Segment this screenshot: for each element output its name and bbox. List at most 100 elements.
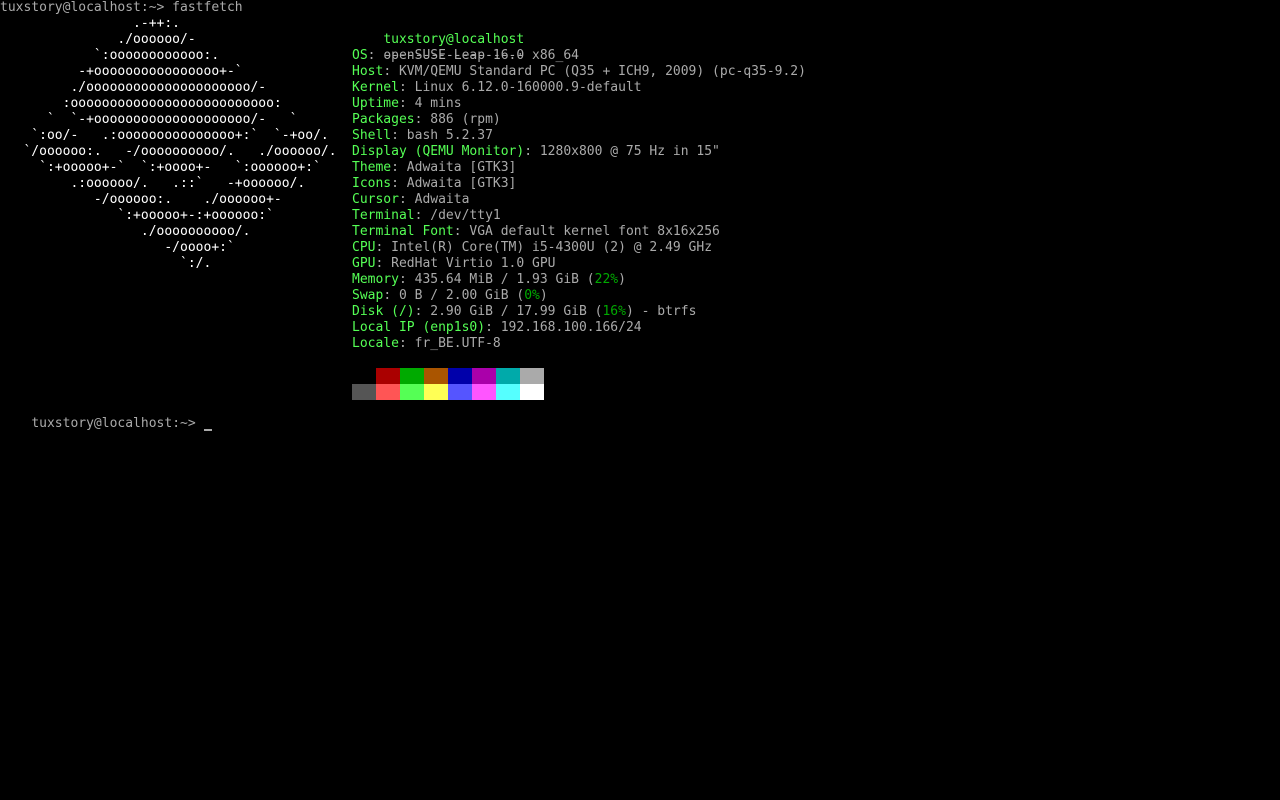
info-colon: :	[367, 48, 384, 63]
info-key: Uptime	[352, 96, 399, 111]
logo-line: ./oooooo/-	[0, 32, 196, 47]
info-colon: :	[391, 160, 407, 175]
info-row: Terminal Font: VGA default kernel font 8…	[352, 224, 720, 240]
logo-line: `:+ooooo+-` `:+oooo+- `:oooooo+:`	[0, 160, 321, 175]
info-row: Theme: Adwaita [GTK3]	[352, 160, 516, 176]
info-key: Kernel	[352, 80, 399, 95]
color-swatch	[448, 384, 472, 400]
info-row: GPU: RedHat Virtio 1.0 GPU	[352, 256, 556, 272]
info-value: 435.64 MiB / 1.93 GiB (	[414, 272, 595, 287]
info-value-suffix: )	[539, 288, 548, 303]
info-colon: :	[414, 112, 431, 127]
info-key: Disk (/)	[352, 304, 415, 319]
info-key: Swap	[352, 288, 384, 303]
logo-line: ./oooooooooo/.	[0, 224, 251, 239]
info-colon: :	[375, 256, 392, 271]
info-value: Linux 6.12.0-160000.9-default	[414, 80, 642, 95]
info-row: CPU: Intel(R) Core(TM) i5-4300U (2) @ 2.…	[352, 240, 712, 256]
info-key: Host	[352, 64, 384, 79]
info-row: Local IP (enp1s0): 192.168.100.166/24	[352, 320, 642, 336]
info-colon: :	[398, 272, 415, 287]
info-value: fr_BE.UTF-8	[414, 336, 501, 351]
info-row: Cursor: Adwaita	[352, 192, 469, 208]
info-colon: :	[398, 192, 415, 207]
info-colon: :	[375, 240, 392, 255]
info-row: OS: openSUSE Leap 16.0 x86_64	[352, 48, 579, 64]
info-colon: :	[453, 224, 470, 239]
info-row: Uptime: 4 mins	[352, 96, 462, 112]
info-row: Terminal: /dev/tty1	[352, 208, 501, 224]
info-colon: :	[398, 336, 415, 351]
logo-line: -+oooooooooooooooo+-`	[0, 64, 243, 79]
info-colon: :	[485, 320, 501, 335]
info-colon: :	[398, 80, 415, 95]
info-percent: 22%	[594, 272, 619, 287]
info-value: 192.168.100.166/24	[500, 320, 642, 335]
info-colon: :	[414, 208, 431, 223]
info-value: KVM/QEMU Standard PC (Q35 + ICH9, 2009) …	[398, 64, 806, 79]
info-key: Shell	[352, 128, 392, 143]
terminal-screen[interactable]: tuxstory@localhost:~> fastfetch .-++:. .…	[0, 0, 1280, 800]
color-swatch	[424, 384, 448, 400]
shell-prompt-line[interactable]: tuxstory@localhost:~>	[0, 400, 212, 431]
info-value: Adwaita [GTK3]	[406, 160, 517, 175]
color-swatch	[400, 368, 424, 384]
info-key: Terminal Font	[352, 224, 454, 239]
logo-line: `:+ooooo+-:+oooooo:`	[0, 208, 274, 223]
logo-line: `:/.	[0, 256, 212, 271]
info-percent: 16%	[602, 304, 626, 319]
info-row: Shell: bash 5.2.37	[352, 128, 493, 144]
logo-line: `:oooooooooooo:.	[0, 48, 220, 63]
command-prompt-line: tuxstory@localhost:~> fastfetch	[0, 0, 243, 15]
info-key: Terminal	[352, 208, 415, 223]
logo-line: .:oooooo/. .::` -+oooooo/.	[0, 176, 306, 191]
info-key: Icons	[352, 176, 392, 191]
info-key: Locale	[352, 336, 399, 351]
color-swatch	[520, 384, 544, 400]
info-value: RedHat Virtio 1.0 GPU	[391, 256, 556, 271]
info-key: Theme	[352, 160, 392, 175]
info-colon: :	[391, 128, 407, 143]
logo-line: -/oooo+:`	[0, 240, 235, 255]
info-key: Local IP (enp1s0)	[352, 320, 486, 335]
info-value-suffix: ) - btrfs	[625, 304, 697, 319]
info-value: 886 (rpm)	[430, 112, 501, 127]
info-colon: :	[383, 288, 399, 303]
color-swatch	[424, 368, 448, 384]
info-value-suffix: )	[618, 272, 626, 287]
info-row: Host: KVM/QEMU Standard PC (Q35 + ICH9, …	[352, 64, 806, 80]
info-key: GPU	[352, 256, 376, 271]
logo-line: ` `-+oooooooooooooooooooo/- `	[0, 112, 298, 127]
info-row: Packages: 886 (rpm)	[352, 112, 501, 128]
color-swatch	[376, 384, 400, 400]
info-colon: :	[414, 304, 431, 319]
color-swatch	[352, 384, 376, 400]
info-value: openSUSE Leap 16.0 x86_64	[383, 48, 579, 63]
info-user-host: tuxstory@localhost	[352, 16, 524, 47]
info-separator: ------------------	[352, 32, 524, 63]
info-row: Locale: fr_BE.UTF-8	[352, 336, 501, 352]
info-row: Kernel: Linux 6.12.0-160000.9-default	[352, 80, 642, 96]
logo-line: :oooooooooooooooooooooooooo:	[0, 96, 282, 111]
color-swatch	[448, 368, 472, 384]
info-row: Swap: 0 B / 2.00 GiB (0%)	[352, 288, 548, 304]
info-value: 1280x800 @ 75 Hz in 15"	[539, 144, 720, 159]
color-swatch	[376, 368, 400, 384]
info-value: Adwaita	[414, 192, 470, 207]
color-swatch	[496, 368, 520, 384]
info-colon: :	[383, 64, 399, 79]
color-swatch	[496, 384, 520, 400]
info-key: Cursor	[352, 192, 399, 207]
info-value: VGA default kernel font 8x16x256	[469, 224, 720, 239]
shell-prompt: tuxstory@localhost:~>	[31, 416, 204, 431]
info-colon: :	[391, 176, 407, 191]
info-value: Intel(R) Core(TM) i5-4300U (2) @ 2.49 GH…	[391, 240, 713, 255]
color-swatch	[352, 368, 376, 384]
logo-line: ./ooooooooooooooooooooo/-	[0, 80, 267, 95]
color-swatch	[520, 368, 544, 384]
info-value: 4 mins	[414, 96, 462, 111]
info-key: Memory	[352, 272, 399, 287]
color-swatch	[400, 384, 424, 400]
info-row: Memory: 435.64 MiB / 1.93 GiB (22%)	[352, 272, 626, 288]
info-value: 2.90 GiB / 17.99 GiB (	[430, 304, 603, 319]
